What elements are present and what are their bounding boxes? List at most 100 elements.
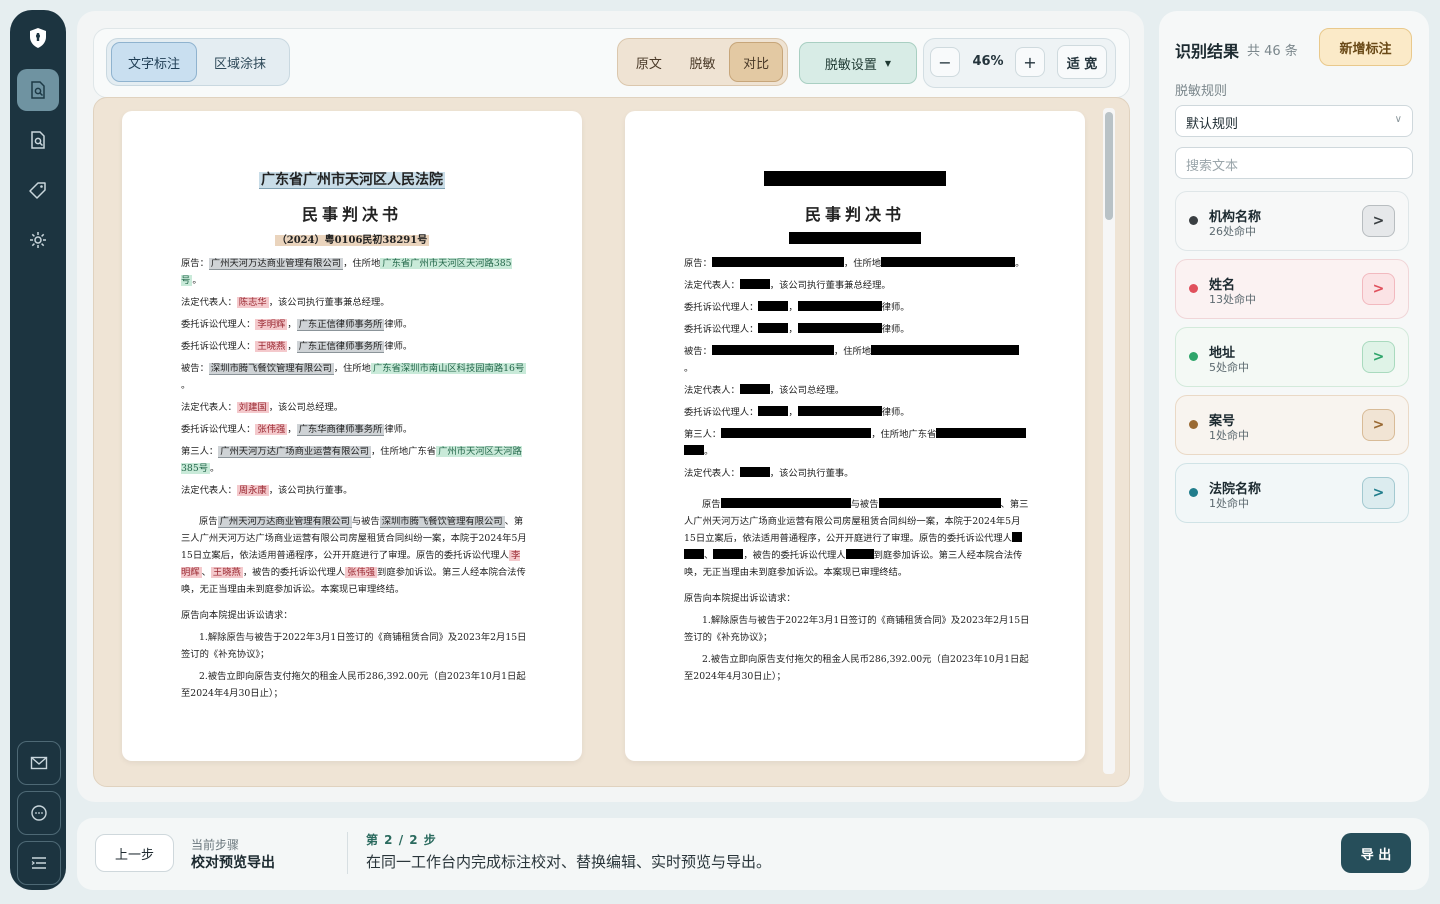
category-card-caseno[interactable]: 案号 1处命中 > [1175, 395, 1409, 455]
chevron-right-icon[interactable]: > [1362, 409, 1395, 441]
chevron-right-icon[interactable]: > [1362, 477, 1395, 509]
nav-review[interactable] [17, 119, 59, 161]
original-page: 广东省广州市天河区人民法院 民事判决书 （2024）粤0106民初38291号 … [122, 111, 582, 761]
tag-icon [29, 182, 46, 199]
prev-step-button[interactable]: 上一步 [95, 834, 174, 872]
nav-menu[interactable] [17, 841, 61, 885]
masked-doc-body: 原告： ，住所地。 法定代表人： ，该公司执行董事兼总经理。 委托诉讼代理人：，律师… [684, 257, 1030, 682]
chevron-right-icon[interactable]: > [1362, 341, 1395, 373]
mask-block[interactable] [936, 428, 1027, 438]
doc-body: 原告： 广州天河万达商业管理有限公司 ，住所地 广东省广州市天河区天河路385号。 法… [181, 258, 527, 699]
mask-block[interactable] [711, 345, 834, 355]
masked-page: 民事判决书 原告： ，住所地。 法定代表人： ，该公司执行董事兼总经理。 委托诉讼代… [625, 111, 1085, 761]
category-card-court[interactable]: 法院名称 1处命中 > [1175, 463, 1409, 523]
mask-block[interactable] [797, 406, 882, 416]
mask-block[interactable] [711, 257, 844, 267]
chevron-right-icon[interactable]: > [1362, 273, 1395, 305]
masked-doc-title: 民事判决书 [804, 205, 905, 224]
zoom-out-button[interactable]: − [930, 47, 960, 77]
category-card-org[interactable]: 机构名称 26处命中 > [1175, 191, 1409, 251]
zoom-in-button[interactable]: + [1015, 47, 1045, 77]
mask-block[interactable] [845, 549, 874, 559]
tab-area-paint[interactable]: 区域涂抹 [197, 42, 283, 82]
mask-block[interactable] [878, 498, 1001, 508]
rule-label: 脱敏规则 [1175, 84, 1228, 99]
category-dot [1189, 488, 1198, 497]
export-button[interactable]: 导 出 [1341, 833, 1411, 873]
chat-icon [31, 805, 47, 821]
step-caption: 当前步骤 [191, 838, 240, 852]
category-hits: 1处命中 [1209, 497, 1249, 510]
category-hits: 5处命中 [1209, 361, 1249, 374]
nav-rail [10, 10, 66, 890]
mask-block[interactable] [797, 323, 882, 333]
mask-block[interactable] [758, 406, 789, 416]
nav-annotate[interactable] [17, 69, 59, 111]
mask-block[interactable] [871, 345, 1020, 355]
results-count: 共 46 条 [1247, 44, 1298, 59]
chevron-right-icon[interactable]: > [1362, 205, 1395, 237]
doc-court: 广东省广州市天河区人民法院 [259, 172, 445, 189]
scrollbar-thumb[interactable] [1105, 112, 1113, 220]
mask-block[interactable] [720, 498, 851, 508]
doc-title: 民事判决书 [301, 205, 402, 224]
mask-block[interactable] [684, 445, 704, 455]
mask-block[interactable] [758, 323, 789, 333]
chevron-down-icon: ∨ [1394, 114, 1402, 125]
category-hits: 1处命中 [1209, 429, 1249, 442]
category-hits: 13处命中 [1209, 293, 1256, 306]
step-description: 在同一工作台内完成标注校对、替换编辑、实时预览与导出。 [366, 853, 772, 871]
masked-court-block [764, 171, 946, 186]
tab-text-annotate[interactable]: 文字标注 [111, 42, 197, 82]
nav-settings[interactable] [17, 219, 59, 261]
mask-block[interactable] [758, 301, 789, 311]
footer-bar: 上一步 当前步骤 校对预览导出 第 2 / 2 步 在同一工作台内完成标注校对、… [77, 818, 1429, 890]
shield-icon[interactable] [26, 26, 50, 50]
fit-width-button[interactable]: 适 宽 [1057, 45, 1107, 79]
category-dot [1189, 420, 1198, 429]
category-dot [1189, 284, 1198, 293]
rule-select-value: 默认规则 [1186, 117, 1239, 132]
mask-block[interactable] [684, 549, 704, 559]
results-title: 识别结果 [1175, 42, 1240, 61]
document-search-icon [31, 81, 45, 99]
rule-select[interactable]: 默认规则 ∨ [1175, 105, 1413, 137]
doc-case-no: （2024）粤0106民初38291号 [274, 235, 430, 246]
nav-chat[interactable] [17, 791, 61, 835]
zoom-value: 46% [972, 54, 1004, 69]
category-dot [1189, 352, 1198, 361]
category-card-address[interactable]: 地址 5处命中 > [1175, 327, 1409, 387]
search-input[interactable]: 搜索文本 [1175, 147, 1413, 179]
mask-block[interactable] [881, 257, 1016, 267]
add-annotation-button[interactable]: 新增标注 [1319, 28, 1412, 66]
tab-masked[interactable]: 脱敏 [676, 42, 730, 82]
tab-compare[interactable]: 对比 [729, 42, 783, 82]
masked-case-block [789, 232, 921, 244]
tab-original[interactable]: 原文 [622, 42, 676, 82]
caret-down-icon: ▼ [884, 58, 892, 68]
mask-block[interactable] [797, 301, 882, 311]
divider [347, 832, 348, 874]
category-card-name[interactable]: 姓名 13处命中 > [1175, 259, 1409, 319]
zoom-control: − 46% + 适 宽 [923, 38, 1116, 88]
mask-settings-button[interactable]: 脱敏设置 ▼ [799, 42, 917, 84]
nav-tags[interactable] [17, 169, 59, 211]
mask-block[interactable] [713, 549, 744, 559]
mask-block[interactable] [739, 384, 770, 394]
step-name: 校对预览导出 [191, 855, 275, 871]
view-switch: 原文 脱敏 对比 [617, 38, 788, 86]
step-number: 第 2 / 2 步 [366, 833, 437, 847]
mask-block[interactable] [739, 279, 770, 289]
mask-block[interactable] [721, 428, 872, 438]
mask-settings-label: 脱敏设置 [824, 57, 877, 73]
document-canvas: 广东省广州市天河区人民法院 民事判决书 （2024）粤0106民初38291号 … [93, 97, 1130, 787]
category-hits: 26处命中 [1209, 225, 1256, 238]
file-search-icon [31, 131, 45, 149]
results-panel: 识别结果 共 46 条 新增标注 脱敏规则 默认规则 ∨ 搜索文本 机构名称 2… [1159, 11, 1429, 802]
menu-icon [31, 857, 46, 869]
mask-block[interactable] [1011, 532, 1022, 542]
mode-switch: 文字标注 区域涂抹 [106, 38, 290, 86]
mask-block[interactable] [739, 467, 770, 477]
nav-mail[interactable] [17, 741, 61, 785]
category-dot [1189, 216, 1198, 225]
